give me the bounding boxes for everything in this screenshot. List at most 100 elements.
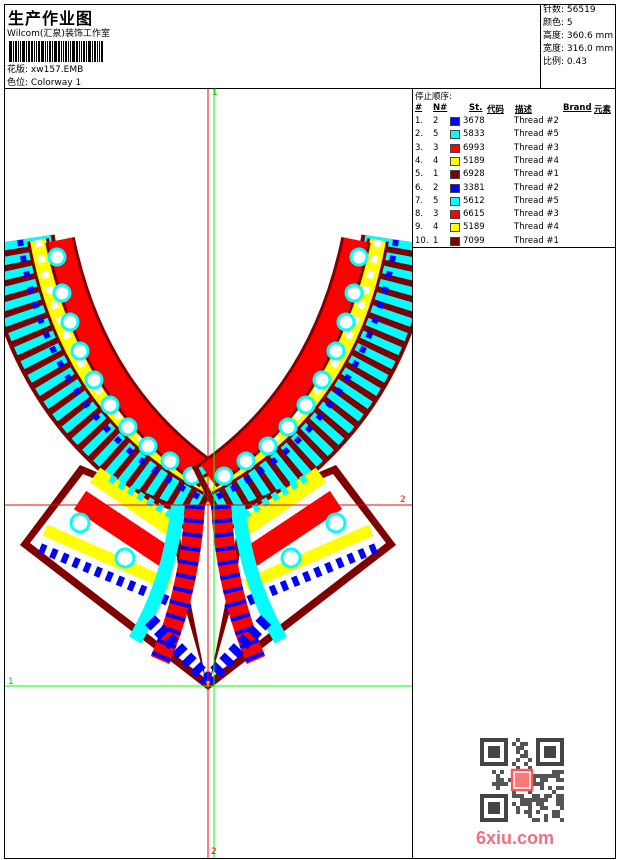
table-row: 3. 3 6993 Thread #3 xyxy=(413,142,617,155)
stat-0: 针数: 56519 xyxy=(543,4,616,17)
qr-code xyxy=(480,738,564,822)
row-description: Thread #5 xyxy=(514,195,559,206)
color-swatch xyxy=(450,196,460,206)
stat-label: 比例: xyxy=(543,57,565,67)
row-needle: 3 xyxy=(433,209,439,220)
design-left-half xyxy=(18,240,208,690)
table-row: 2. 5 5833 Thread #5 xyxy=(413,128,617,141)
barcode-bar xyxy=(20,41,21,62)
stats-box: 针数: 56519 颜色: 5 高度: 360.6 mm 宽度: 316.0 mm 比例… xyxy=(540,4,616,88)
barcode-bar xyxy=(61,41,62,62)
barcode-bar xyxy=(45,41,46,62)
col-brand: Brand xyxy=(563,103,592,113)
table-row: 9. 4 5189 Thread #4 xyxy=(413,221,617,234)
barcode-bar xyxy=(36,41,37,62)
row-code: 3381 xyxy=(463,182,485,193)
table-row: 7. 5 5612 Thread #5 xyxy=(413,195,617,208)
header: 生产作业图 Wilcom(汇泉)装饰工作室 花版: xw157.EMB 色位: … xyxy=(4,4,616,89)
colorway: 色位: Colorway 1 xyxy=(7,75,81,88)
row-needle: 3 xyxy=(433,142,439,153)
row-index: 6. xyxy=(415,182,424,193)
design-value: xw157.EMB xyxy=(30,65,84,75)
row-description: Thread #3 xyxy=(514,142,559,153)
color-swatch xyxy=(450,223,460,233)
barcode-bar xyxy=(83,41,85,62)
barcode-bar xyxy=(54,41,57,62)
barcode-bar xyxy=(72,41,75,62)
row-index: 2. xyxy=(415,129,424,140)
barcode-bar xyxy=(70,41,71,62)
row-index: 9. xyxy=(415,222,424,233)
embroidery-design xyxy=(5,89,412,858)
axis-label-green-left: 1 xyxy=(8,677,14,687)
row-code: 5612 xyxy=(463,195,485,206)
row-description: Thread #5 xyxy=(514,129,559,140)
barcode-bar xyxy=(65,41,67,62)
row-needle: 4 xyxy=(433,155,439,166)
barcode-bar xyxy=(99,41,100,62)
design-file: 花版: xw157.EMB xyxy=(7,62,83,75)
stat-value: 5 xyxy=(566,18,573,28)
colorway-label: 色位: xyxy=(7,78,29,88)
stat-value: 316.0 mm xyxy=(566,44,614,54)
stop-sequence-panel: 停止顺序: # N# St. 代码 描述 Brand 元素 1. 2 3678 … xyxy=(412,89,616,248)
barcode-bar xyxy=(52,41,53,62)
color-swatch xyxy=(450,210,460,220)
row-index: 3. xyxy=(415,142,424,153)
row-needle: 4 xyxy=(433,222,439,233)
stat-3: 宽度: 316.0 mm xyxy=(543,43,616,56)
barcode-bar xyxy=(86,41,87,62)
watermark-logo: 6xiu.com xyxy=(476,828,555,848)
table-row: 1. 2 3678 Thread #2 xyxy=(413,115,617,128)
axis-label-red-bottom: 2 xyxy=(211,847,217,857)
color-swatch xyxy=(450,156,460,166)
stat-value: 0.43 xyxy=(566,57,587,67)
stat-label: 宽度: xyxy=(543,44,565,54)
barcode-bar xyxy=(13,41,14,62)
axis-label-green-top: 1 xyxy=(212,88,218,98)
studio-name: Wilcom(汇泉)装饰工作室 xyxy=(7,29,110,39)
table-row: 4. 4 5189 Thread #4 xyxy=(413,155,617,168)
col-index: # xyxy=(415,103,423,113)
color-swatch xyxy=(450,130,460,140)
barcode-bar xyxy=(28,41,30,62)
row-needle: 2 xyxy=(433,116,439,126)
barcode-bar xyxy=(58,41,60,62)
barcode-bar xyxy=(81,41,82,62)
barcode-bar xyxy=(47,41,48,62)
axis-label-red-right: 2 xyxy=(400,495,406,505)
row-code: 5189 xyxy=(463,155,485,166)
row-index: 10. xyxy=(415,235,429,246)
row-code: 3678 xyxy=(463,116,485,126)
barcode-bar xyxy=(15,41,17,62)
barcode-bar xyxy=(18,41,19,62)
table-row: 8. 3 6615 Thread #3 xyxy=(413,208,617,221)
table-row: 10. 1 7099 Thread #1 xyxy=(413,235,617,248)
barcode-bar xyxy=(34,41,35,62)
table-row: 5. 1 6928 Thread #1 xyxy=(413,168,617,181)
row-description: Thread #1 xyxy=(514,235,559,246)
barcode-bar xyxy=(94,41,96,62)
barcode-bar xyxy=(101,41,103,62)
color-swatch xyxy=(450,170,460,180)
barcode-bar xyxy=(9,41,12,62)
row-index: 1. xyxy=(415,116,424,126)
row-code: 6993 xyxy=(463,142,485,153)
row-code: 7099 xyxy=(463,235,485,246)
stat-label: 高度: xyxy=(543,31,565,41)
barcode-bar xyxy=(88,41,91,62)
color-swatch xyxy=(450,236,460,246)
colorway-value: Colorway 1 xyxy=(30,78,82,88)
col-st: St. xyxy=(469,103,483,113)
row-index: 5. xyxy=(415,169,424,180)
row-needle: 1 xyxy=(433,169,439,180)
table-row: 6. 2 3381 Thread #2 xyxy=(413,182,617,195)
row-description: Thread #4 xyxy=(514,222,559,233)
barcode-bar xyxy=(49,41,51,62)
stat-value: 360.6 mm xyxy=(566,31,614,41)
barcode-bar xyxy=(22,41,25,62)
row-index: 8. xyxy=(415,209,424,220)
stat-label: 颜色: xyxy=(543,18,565,28)
stat-2: 高度: 360.6 mm xyxy=(543,30,616,43)
row-index: 7. xyxy=(415,195,424,206)
